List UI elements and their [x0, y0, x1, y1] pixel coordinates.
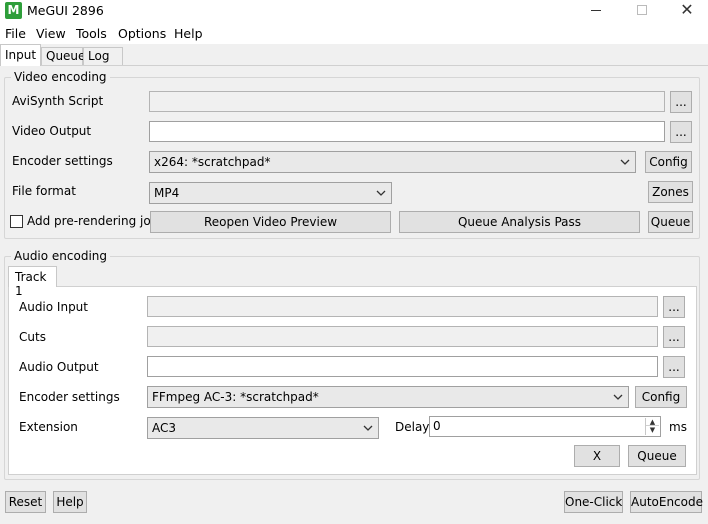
pre-rendering-label: Add pre-rendering job [27, 214, 159, 228]
input-tab-page: Video encoding AviSynth Script ... Video… [0, 65, 708, 524]
file-format-value: MP4 [154, 186, 180, 200]
video-encoder-settings-select[interactable]: x264: *scratchpad* [149, 151, 636, 173]
close-button[interactable]: ✕ [664, 0, 708, 22]
extension-value: AC3 [152, 421, 177, 435]
window-title: MeGUI 2896 [27, 3, 104, 18]
delay-value: 0 [433, 419, 441, 433]
maximize-button[interactable] [619, 0, 665, 22]
megui-logo-icon: M [5, 2, 22, 19]
help-button[interactable]: Help [53, 491, 87, 513]
menu-file[interactable]: File [5, 26, 26, 41]
main-tabs: Input Queue Log [0, 44, 708, 66]
chevron-down-icon [363, 425, 373, 431]
video-encoder-settings-label: Encoder settings [12, 154, 113, 168]
spin-down-icon[interactable]: ▼ [646, 426, 659, 434]
chevron-down-icon [613, 394, 623, 400]
zones-button[interactable]: Zones [648, 181, 693, 203]
remove-track-button[interactable]: X [574, 445, 620, 467]
audio-encoder-settings-label: Encoder settings [19, 390, 120, 404]
video-config-button[interactable]: Config [645, 151, 692, 173]
menu-bar: File View Tools Options Help [0, 22, 708, 44]
file-format-label: File format [12, 184, 76, 198]
audio-input-label: Audio Input [19, 300, 88, 314]
tab-log[interactable]: Log [83, 47, 123, 66]
audio-encoder-value: FFmpeg AC-3: *scratchpad* [152, 390, 319, 404]
audio-group-title: Audio encoding [11, 249, 111, 263]
chevron-down-icon [620, 159, 630, 165]
tab-queue[interactable]: Queue [41, 47, 85, 66]
title-bar: M MeGUI 2896 ✕ [0, 0, 708, 22]
file-format-select[interactable]: MP4 [149, 182, 392, 204]
minimize-button[interactable] [573, 0, 619, 22]
avisynth-browse-button[interactable]: ... [670, 91, 692, 113]
tab-track-1[interactable]: Track 1 [8, 266, 57, 298]
maximize-icon [637, 5, 647, 15]
video-output-browse-button[interactable]: ... [670, 121, 692, 143]
tab-input[interactable]: Input [0, 44, 41, 66]
menu-help[interactable]: Help [174, 26, 203, 41]
audio-encoder-settings-select[interactable]: FFmpeg AC-3: *scratchpad* [147, 386, 629, 408]
delay-input[interactable]: 0 ▲ ▼ [429, 416, 661, 437]
cuts-label: Cuts [19, 330, 46, 344]
queue-analysis-pass-button[interactable]: Queue Analysis Pass [399, 211, 640, 233]
audio-config-button[interactable]: Config [635, 386, 687, 408]
delay-label: Delay [395, 420, 430, 434]
audio-output-browse-button[interactable]: ... [663, 356, 685, 378]
menu-options[interactable]: Options [118, 26, 166, 41]
video-group-title: Video encoding [11, 70, 110, 84]
spin-up-icon[interactable]: ▲ [646, 418, 659, 426]
chevron-down-icon [376, 190, 386, 196]
extension-label: Extension [19, 420, 78, 434]
audio-output-field[interactable] [147, 356, 658, 377]
avisynth-script-field[interactable] [149, 91, 665, 112]
audio-input-field[interactable] [147, 296, 658, 317]
video-encoder-value: x264: *scratchpad* [154, 155, 271, 169]
audio-input-browse-button[interactable]: ... [663, 296, 685, 318]
menu-tools[interactable]: Tools [76, 26, 107, 41]
video-queue-button[interactable]: Queue [648, 211, 693, 233]
video-output-field[interactable] [149, 121, 665, 142]
cuts-field[interactable] [147, 326, 658, 347]
minimize-icon [591, 10, 601, 11]
audio-output-label: Audio Output [19, 360, 99, 374]
one-click-button[interactable]: One-Click [564, 491, 623, 513]
video-output-label: Video Output [12, 124, 92, 138]
extension-select[interactable]: AC3 [147, 417, 379, 439]
close-icon: ✕ [680, 0, 694, 19]
delay-unit-label: ms [669, 420, 687, 434]
menu-view[interactable]: View [36, 26, 66, 41]
pre-rendering-checkbox[interactable] [10, 215, 23, 228]
autoencode-button[interactable]: AutoEncode [630, 491, 703, 513]
cuts-browse-button[interactable]: ... [663, 326, 685, 348]
reset-button[interactable]: Reset [5, 491, 46, 513]
delay-spinner[interactable]: ▲ ▼ [645, 418, 659, 435]
avisynth-script-label: AviSynth Script [12, 94, 104, 108]
audio-queue-button[interactable]: Queue [628, 445, 686, 467]
reopen-video-preview-button[interactable]: Reopen Video Preview [150, 211, 391, 233]
